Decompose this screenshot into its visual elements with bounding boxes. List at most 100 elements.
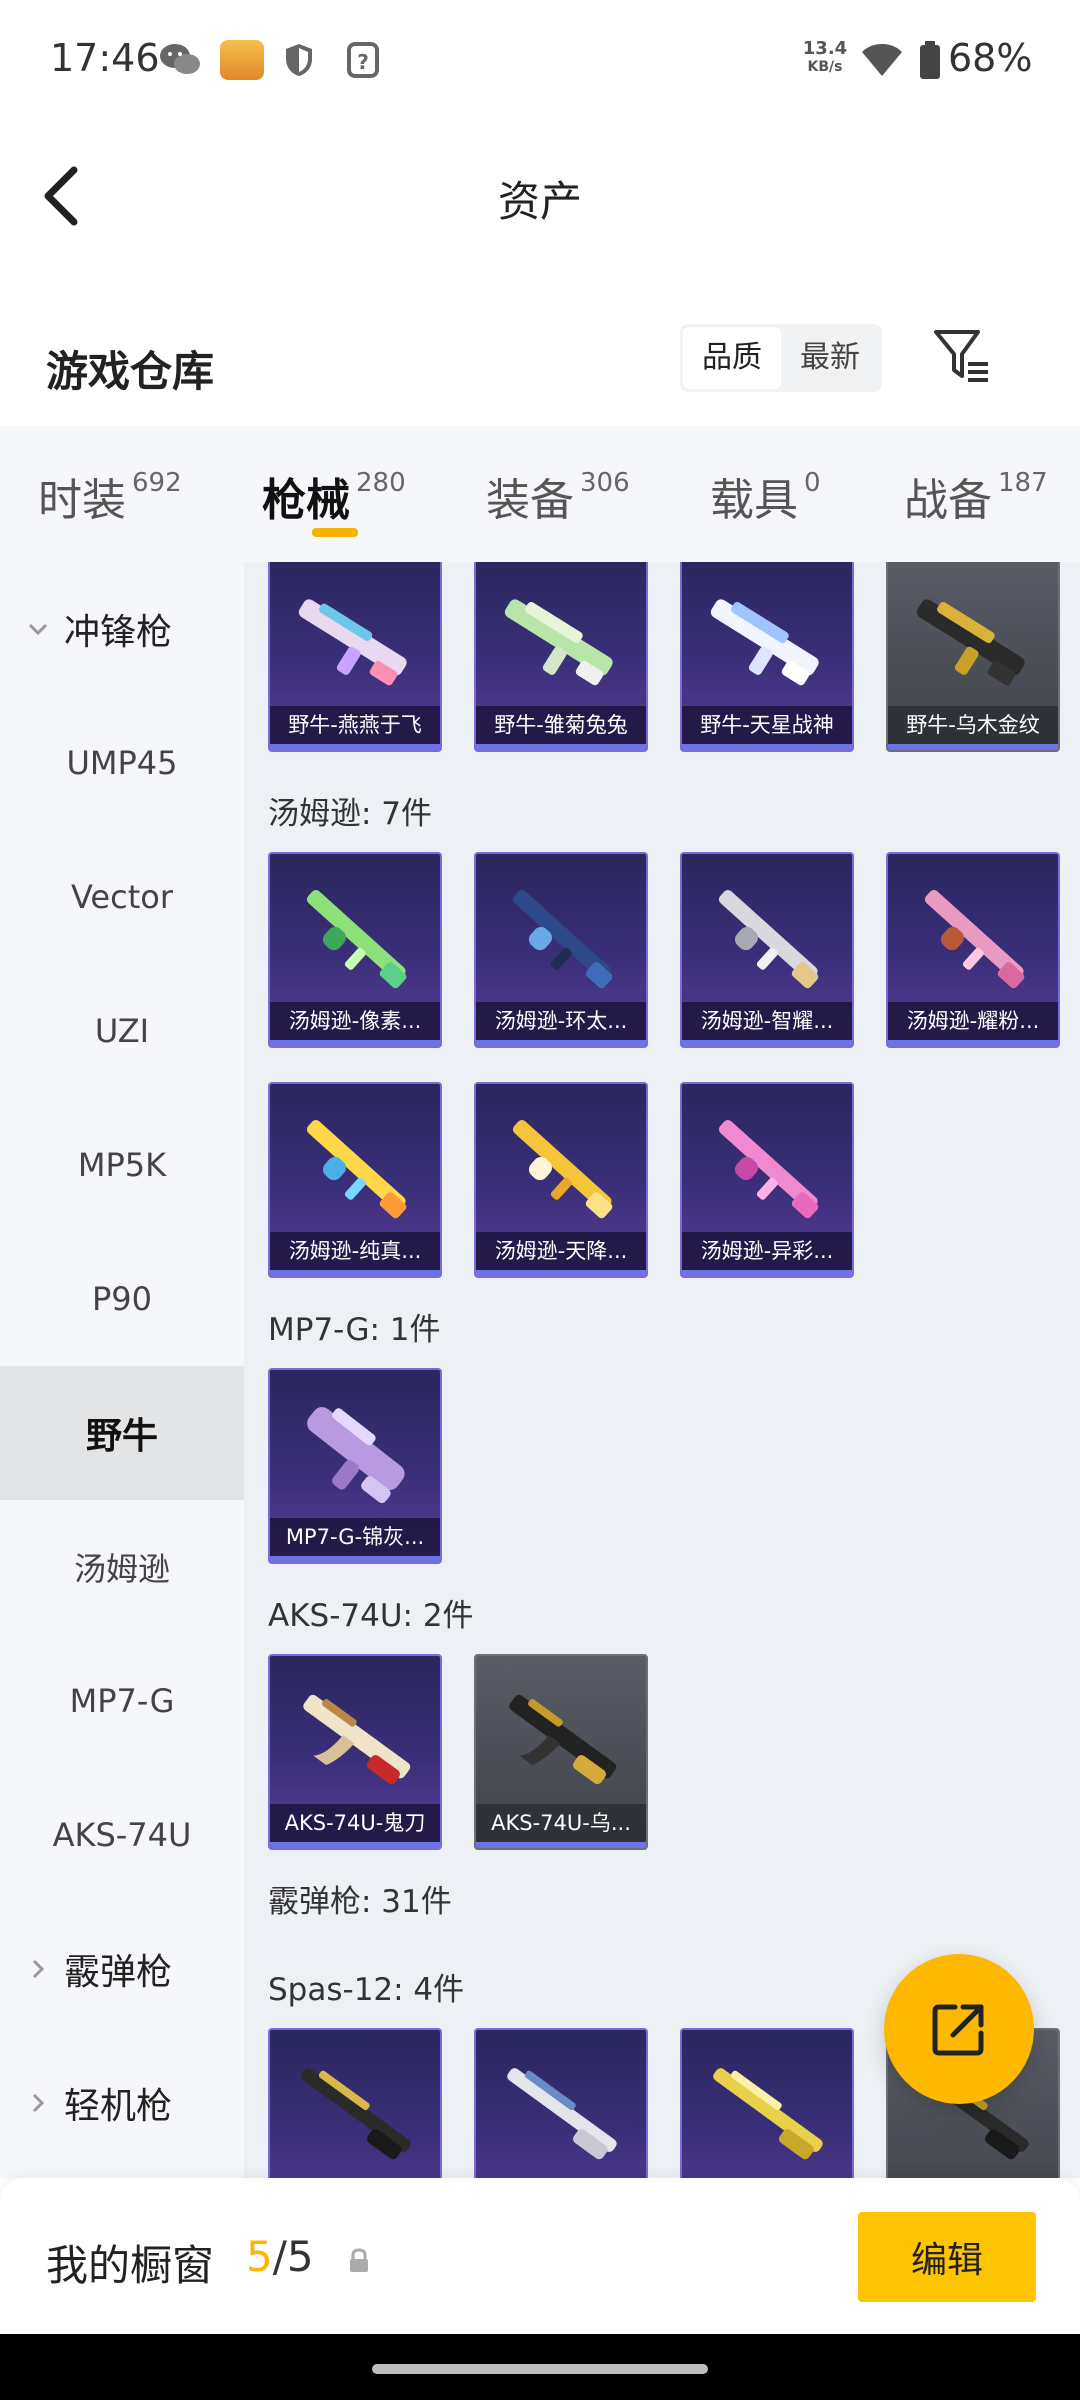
weapon-card[interactable]: AKS-74U-鬼刀 [268,1654,442,1850]
tommy-gun-skin-icon [718,1119,819,1219]
weapon-name: 汤姆逊-像素... [270,1002,440,1040]
system-nav-bar [0,2334,1080,2400]
weapon-card[interactable]: MP7-G-锦灰... [268,1368,442,1564]
category-tabs: 时装 692 枪械 280 装备 306 载具 0 战备 187 [0,426,1080,562]
weapon-card[interactable]: 汤姆逊-智耀... [680,852,854,1048]
weapon-card[interactable]: 野牛-燕燕于飞 [268,562,442,752]
chevron-down-icon [22,613,54,645]
status-bar: 17:46 ? 13.4 KB/s 68% [0,0,1080,125]
weapon-name: AKS-74U-鬼刀 [270,1804,440,1842]
shotgun-skin-icon [507,2068,617,2160]
smg-skin-icon [710,599,819,686]
weapon-card[interactable]: 汤姆逊-环太... [474,852,648,1048]
tommy-gun-skin-icon [306,1119,407,1219]
filter-button[interactable] [932,326,992,388]
edit-button[interactable]: 编辑 [858,2212,1036,2302]
weapon-card[interactable]: 野牛-雏菊兔兔 [474,562,648,752]
home-gesture-handle[interactable] [372,2364,708,2374]
tab-supplies[interactable]: 战备 187 [904,464,1048,528]
tab-vehicles[interactable]: 载具 0 [710,464,821,528]
tab-firearms[interactable]: 枪械 280 [262,464,406,528]
weapon-name: AKS-74U-乌... [476,1804,646,1842]
showcase-count: 5/5 [246,2232,314,2281]
sidebar-item-mp5k[interactable]: MP5K [0,1098,244,1232]
category-count-label: 霰弹枪: 31件 [268,1884,452,1920]
lock-icon [350,2248,368,2272]
weapon-card[interactable]: 野牛-乌木金纹 [886,562,1060,752]
sidebar-item-thompson[interactable]: 汤姆逊 [0,1500,244,1634]
sidebar-group-label: 冲锋枪 [64,612,173,653]
sidebar-item-bizon[interactable]: 野牛 [0,1366,244,1500]
weapon-card[interactable]: 野牛-天星战神 [680,562,854,752]
weapon-card[interactable]: 汤姆逊-天降... [474,1082,648,1278]
tab-equipment[interactable]: 装备 306 [486,464,630,528]
rifle-skin-icon [303,1694,411,1785]
sidebar-item-aks74u[interactable]: AKS-74U [0,1768,244,1902]
smg-skin-icon [504,599,613,686]
sidebar-item-ump45[interactable]: UMP45 [0,696,244,830]
status-time: 17:46 [50,36,160,80]
weapon-name: 汤姆逊-天降... [476,1232,646,1270]
chevron-right-icon [22,2087,54,2119]
weapon-card[interactable]: 汤姆逊-像素... [268,852,442,1048]
weapon-name: MP7-G-锦灰... [270,1518,440,1556]
tab-fashion[interactable]: 时装 692 [38,464,182,528]
weapon-card[interactable] [680,2028,854,2178]
weapon-grid: 野牛-燕燕于飞 野牛-雏菊兔兔 野牛-天星战神 野牛-乌木金纹 汤姆逊: 7件 … [244,562,1080,2178]
sidebar-item-vector[interactable]: Vector [0,830,244,964]
weapon-card[interactable] [474,2028,648,2178]
wifi-icon [860,40,904,80]
tommy-gun-skin-icon [512,1119,613,1219]
weapon-name: 汤姆逊-异彩... [682,1232,852,1270]
weapon-card[interactable]: 汤姆逊-异彩... [680,1082,854,1278]
category-count-label: AKS-74U: 2件 [268,1598,474,1634]
tommy-gun-skin-icon [512,889,613,989]
app-notification-icon [220,40,264,80]
sidebar-group-shotgun[interactable]: 霰弹枪 [0,1902,244,2036]
sidebar-group-smg[interactable]: 冲锋枪 [0,562,244,696]
weapon-category-sidebar: 冲锋枪 UMP45 Vector UZI MP5K P90 野牛 汤姆逊 MP7… [0,562,244,2178]
weapon-name: 野牛-天星战神 [682,706,852,744]
filter-icon [934,330,988,382]
smg-skin-icon [916,599,1025,686]
weapon-card[interactable] [268,2028,442,2178]
chevron-right-icon [22,1953,54,1985]
weapon-name: 汤姆逊-纯真... [270,1232,440,1270]
weapon-card[interactable]: 汤姆逊-耀粉... [886,852,1060,1048]
smg-skin-icon [307,1407,405,1504]
weapon-name: 野牛-燕燕于飞 [270,706,440,744]
sidebar-item-mp7g[interactable]: MP7-G [0,1634,244,1768]
weapon-card[interactable]: 汤姆逊-纯真... [268,1082,442,1278]
shotgun-skin-icon [301,2068,411,2160]
section-title: 游戏仓库 [46,347,215,396]
weapon-name: 汤姆逊-环太... [476,1002,646,1040]
weapon-name: 汤姆逊-智耀... [682,1002,852,1040]
sidebar-group-label: 霰弹枪 [64,1952,173,1993]
question-card-icon: ? [346,40,380,80]
net-speed: 13.4 KB/s [802,38,848,76]
sidebar-group-lmg[interactable]: 轻机枪 [0,2036,244,2170]
sort-quality-button[interactable]: 品质 [683,327,781,389]
rifle-skin-icon [509,1694,617,1785]
category-count-label: MP7-G: 1件 [268,1312,441,1348]
active-tab-indicator [312,528,358,537]
category-count-label: Spas-12: 4件 [268,1972,465,2008]
sidebar-item-p90[interactable]: P90 [0,1232,244,1366]
battery-icon [918,40,942,80]
sidebar-item-uzi[interactable]: UZI [0,964,244,1098]
category-count-label: 汤姆逊: 7件 [268,796,433,832]
weapon-name: 汤姆逊-耀粉... [888,1002,1058,1040]
showcase-title: 我的橱窗 [46,2241,215,2290]
tommy-gun-skin-icon [306,889,407,989]
showcase-bar: 我的橱窗 5/5 编辑 [0,2178,1080,2334]
sidebar-group-label: 轻机枪 [64,2086,173,2127]
weapon-name: 野牛-雏菊兔兔 [476,706,646,744]
weapon-card[interactable]: AKS-74U-乌... [474,1654,648,1850]
sort-latest-button[interactable]: 最新 [781,327,879,389]
shotgun-skin-icon [713,2068,823,2160]
svg-text:?: ? [357,50,369,74]
weapon-name: 野牛-乌木金纹 [888,706,1058,744]
share-icon [932,2004,984,2056]
share-fab[interactable] [884,1954,1034,2104]
sort-toggle: 品质 最新 [680,324,882,392]
